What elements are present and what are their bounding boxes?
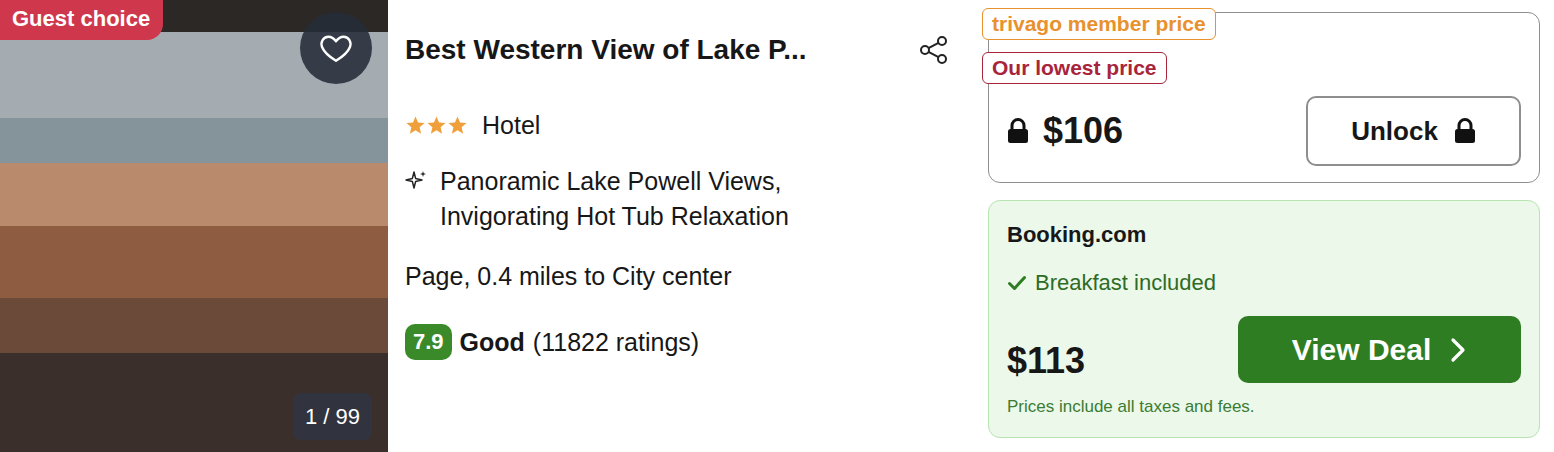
star-icon [405, 115, 426, 136]
highlight-line: Panoramic Lake Powell Views, [440, 164, 789, 199]
heart-icon[interactable] [318, 30, 354, 66]
deal-provider: Booking.com [1007, 221, 1521, 249]
price-tag: trivago member price [982, 8, 1216, 40]
hotel-location: Page, 0.4 miles to City center [405, 258, 952, 294]
share-icon[interactable] [918, 34, 950, 66]
star-icon [447, 115, 468, 136]
chevron-right-icon[interactable] [1449, 337, 1467, 363]
hotel-card: Guest choice 1 / 99 Best Western View of… [0, 0, 1554, 452]
view-deal-label[interactable]: View Deal [1292, 327, 1432, 372]
hotel-name[interactable]: Best Western View of Lake P... [405, 32, 807, 68]
photo-counter: 1 / 99 [293, 393, 372, 440]
deal-perk: Breakfast included [1035, 269, 1216, 297]
rating[interactable]: 7.9 Good (11822 ratings) [405, 324, 952, 360]
unlock-button[interactable]: Unlock [1306, 96, 1521, 166]
unlock-label[interactable]: Unlock [1351, 112, 1438, 151]
rating-label: Good [460, 324, 525, 360]
guest-choice-badge: Guest choice [0, 0, 163, 40]
check-icon [1007, 273, 1027, 293]
star-rating [405, 115, 468, 136]
hotel-photo[interactable]: Guest choice 1 / 99 [0, 0, 388, 452]
price-tag: Our lowest price [982, 52, 1167, 84]
property-type: Hotel [482, 107, 540, 143]
deal-price: $113 [1007, 339, 1085, 383]
sparkle-icon [404, 169, 428, 193]
highlight-line: Invigorating Hot Tub Relaxation [440, 199, 789, 234]
offers: trivago member priceOur lowest price $10… [988, 0, 1540, 452]
member-offer: trivago member priceOur lowest price $10… [988, 12, 1540, 183]
price-note: Prices include all taxes and fees. [1007, 395, 1521, 419]
view-deal-button[interactable]: View Deal [1238, 316, 1521, 383]
rating-count: (11822 ratings) [533, 324, 699, 360]
highlights: Panoramic Lake Powell Views,Invigorating… [440, 164, 789, 234]
deal-offer: Booking.com Breakfast included $113 View… [988, 200, 1540, 438]
member-price: $106 [1043, 109, 1123, 153]
star-icon [426, 115, 447, 136]
lock-icon[interactable] [1454, 118, 1476, 144]
hotel-info: Best Western View of Lake P... Hotel Pan… [388, 0, 988, 452]
favorite-button[interactable] [300, 12, 372, 84]
rating-score: 7.9 [405, 324, 452, 360]
offer-tags: trivago member price Our lowest price [982, 8, 1216, 84]
lock-icon [1007, 118, 1029, 144]
